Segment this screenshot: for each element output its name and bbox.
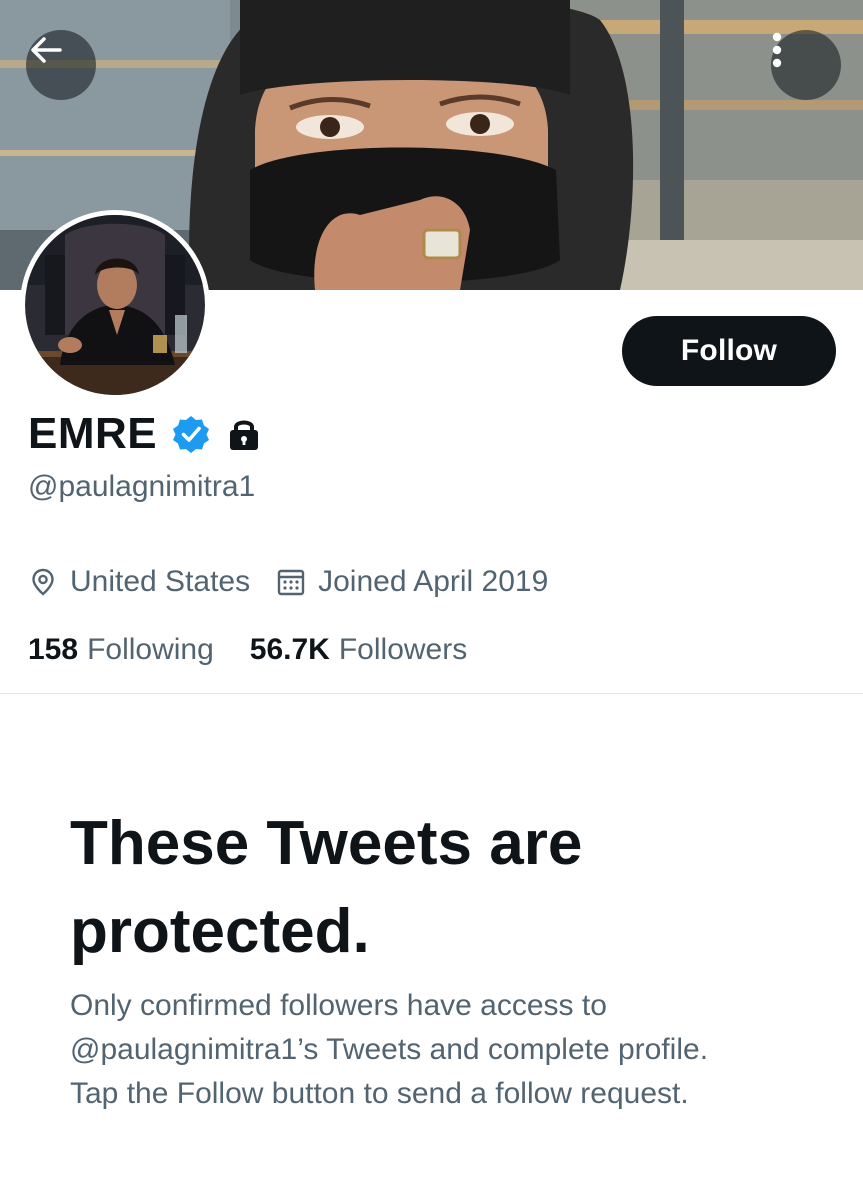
following-label: Following (87, 633, 214, 666)
location-pin-icon (28, 567, 58, 597)
display-name-row: EMRE (28, 406, 263, 462)
section-divider (0, 693, 863, 694)
protected-body-line1: Only confirmed followers have access to (70, 989, 607, 1022)
arrow-left-icon (31, 37, 62, 63)
more-vertical-icon (772, 32, 782, 68)
back-button[interactable] (26, 30, 96, 100)
protected-title-line1: These Tweets are (70, 809, 583, 878)
display-name: EMRE (28, 409, 158, 458)
followers-label: Followers (338, 633, 468, 666)
more-options-button[interactable] (771, 30, 841, 100)
avatar[interactable] (20, 210, 210, 400)
following-link[interactable]: 158 Following (28, 633, 214, 667)
followers-link[interactable]: 56.7K Followers (250, 633, 467, 667)
user-handle: @paulagnimitra1 (28, 470, 256, 503)
protected-body-line3: Tap the Follow button to send a follow r… (70, 1077, 689, 1110)
location-text: United States (70, 565, 251, 598)
location-item: United States (28, 565, 250, 599)
profile-meta: United States Joined April 2019 (28, 560, 548, 604)
calendar-icon (276, 567, 306, 597)
protected-body-line2: @paulagnimitra1’s Tweets and complete pr… (70, 1033, 709, 1066)
following-count: 158 (28, 633, 79, 666)
verified-badge-icon[interactable] (171, 414, 211, 454)
avatar-image (25, 215, 205, 395)
protected-title: These Tweets are protected. (70, 800, 790, 976)
follow-button[interactable]: Follow (622, 316, 836, 386)
protected-description: Only confirmed followers have access to … (70, 984, 830, 1116)
follow-stats: 158 Following 56.7K Followers (28, 628, 467, 672)
joined-item: Joined April 2019 (276, 565, 548, 599)
followers-count: 56.7K (249, 633, 330, 666)
joined-text: Joined April 2019 (318, 565, 549, 598)
protected-title-line2: protected. (70, 897, 370, 966)
lock-icon (225, 415, 263, 453)
